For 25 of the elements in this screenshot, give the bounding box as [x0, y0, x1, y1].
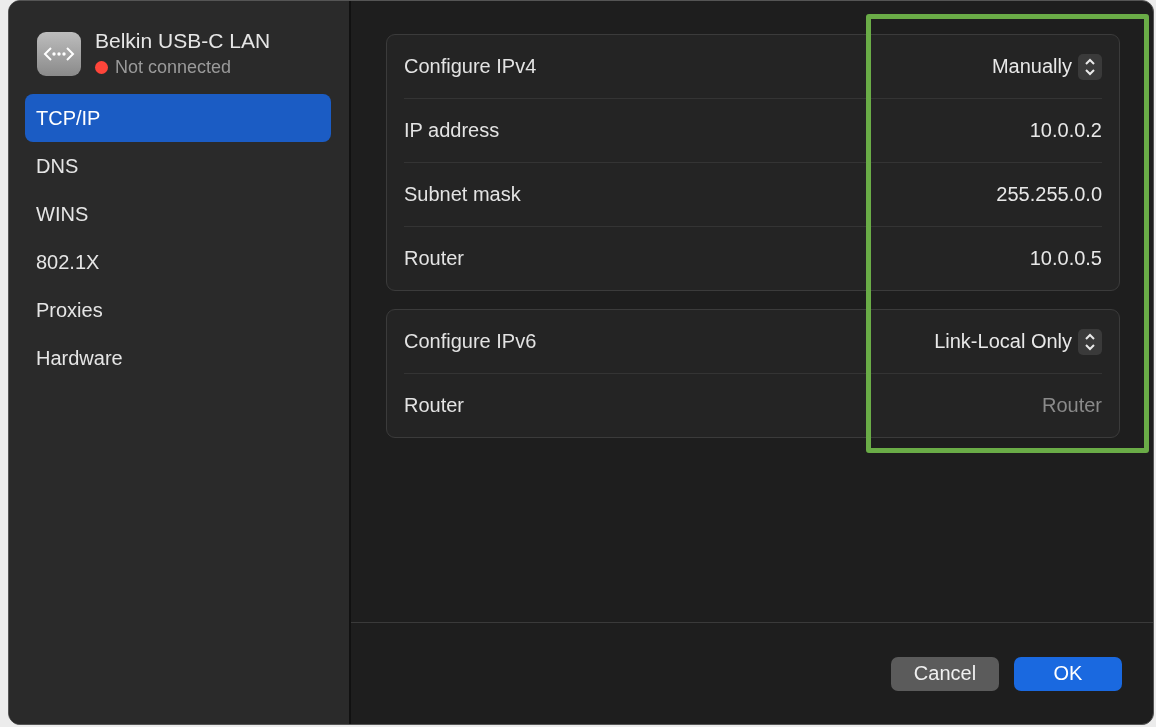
network-icon: [37, 31, 81, 76]
text-field[interactable]: 255.255.0.0: [842, 183, 1102, 206]
sidebar-item[interactable]: 802.1X: [25, 238, 331, 286]
stepper-icon: [1078, 328, 1102, 355]
text-field[interactable]: 10.0.0.5: [842, 247, 1102, 270]
device-name: Belkin USB-C LAN: [95, 29, 271, 53]
row-label: Router: [404, 247, 465, 270]
popup-button[interactable]: Link-Local Only: [934, 328, 1102, 355]
popup-button[interactable]: Manually: [991, 53, 1102, 80]
row-label: Subnet mask: [404, 183, 521, 206]
ok-button[interactable]: OK: [1014, 656, 1122, 691]
sidebar-item[interactable]: TCP/IP: [25, 94, 331, 142]
sidebar-item[interactable]: Proxies: [25, 286, 331, 334]
stepper-icon: [1078, 53, 1102, 80]
row-label: Router: [404, 394, 465, 417]
text-field[interactable]: 10.0.0.2: [842, 119, 1102, 142]
sidebar-item[interactable]: DNS: [25, 142, 331, 190]
row-label: Configure IPv6: [404, 330, 537, 353]
sidebar-item[interactable]: Hardware: [25, 334, 331, 382]
row-label: IP address: [404, 119, 500, 142]
text-field[interactable]: Router: [842, 394, 1102, 417]
cancel-button[interactable]: Cancel: [891, 656, 999, 691]
row-label: Configure IPv4: [404, 55, 537, 78]
status-text: Not connected: [115, 57, 232, 78]
sidebar-item[interactable]: WINS: [25, 190, 331, 238]
